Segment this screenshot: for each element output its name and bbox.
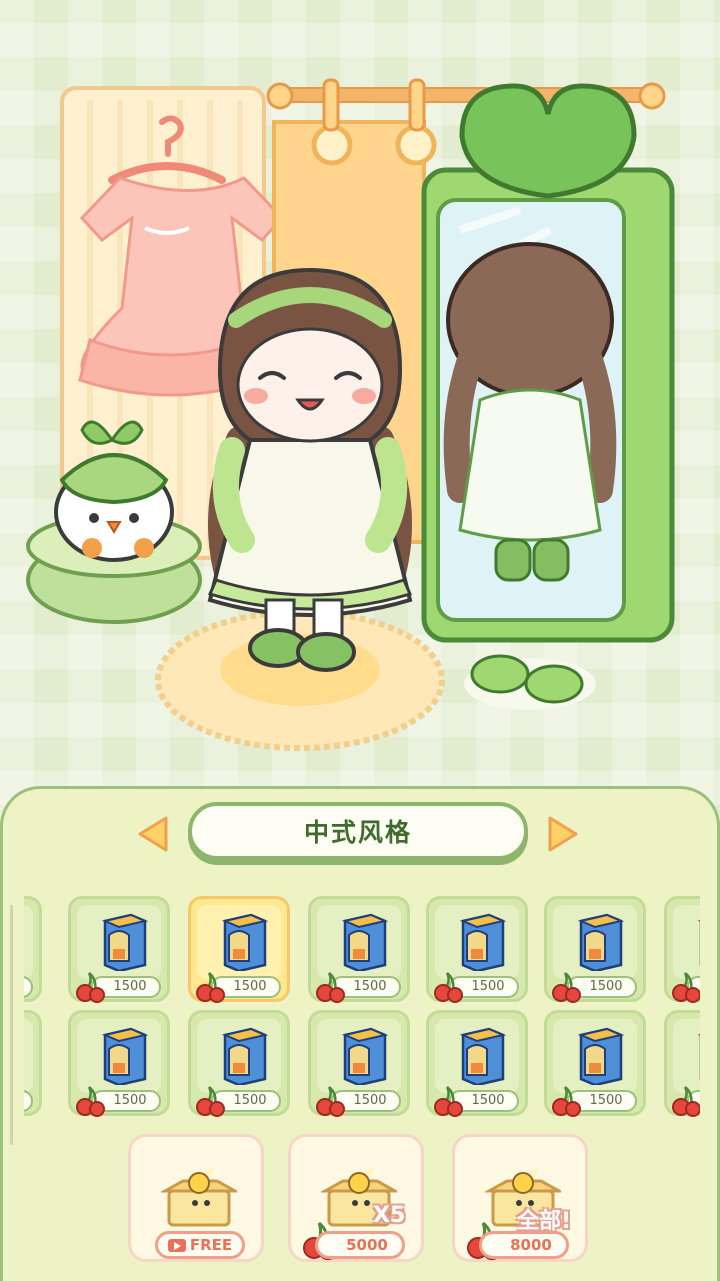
- shop-item[interactable]: 1500: [308, 896, 410, 1003]
- previous-category-button[interactable]: [134, 814, 172, 854]
- free-button[interactable]: FREE: [155, 1231, 245, 1259]
- shop-item[interactable]: 1500: [24, 1010, 42, 1116]
- shop-item[interactable]: 1500: [188, 896, 290, 1003]
- all-price: 8000: [510, 1236, 552, 1254]
- fireplace-icon: [99, 1027, 149, 1089]
- cherry-icon: [671, 1085, 700, 1121]
- fireplace-icon: [575, 1027, 625, 1089]
- cherry-icon: [433, 1085, 465, 1121]
- multi-price-button[interactable]: 5000: [315, 1231, 405, 1259]
- cherry-icon: [315, 1085, 347, 1121]
- shop-item[interactable]: 1500: [188, 1010, 290, 1117]
- item-preview: [24, 905, 33, 979]
- item-price: 1500: [24, 976, 33, 998]
- dressing-room-scene: [0, 0, 720, 790]
- item-preview: [197, 1019, 281, 1093]
- shop-item[interactable]: 1500: [308, 1010, 410, 1117]
- shop-item[interactable]: 1500: [664, 1010, 700, 1117]
- cherry-icon: [75, 971, 107, 1007]
- multi-price: 5000: [346, 1236, 388, 1254]
- item-preview: [77, 1019, 161, 1093]
- shop-item[interactable]: 1500: [664, 896, 700, 1003]
- item-preview: [435, 905, 519, 979]
- shop-item[interactable]: 1500: [426, 896, 528, 1003]
- item-preview: [673, 1019, 700, 1093]
- cherry-icon: [671, 971, 700, 1007]
- item-preview: [317, 905, 401, 979]
- cherry-icon: [551, 971, 583, 1007]
- item-preview: [197, 905, 281, 979]
- fireplace-icon: [339, 913, 389, 975]
- fireplace-icon: [695, 1027, 700, 1089]
- cherry-icon: [433, 971, 465, 1007]
- mirror: [421, 83, 675, 643]
- next-category-button[interactable]: [544, 814, 582, 854]
- item-preview: [673, 905, 700, 979]
- item-preview: [317, 1019, 401, 1093]
- item-preview: [553, 905, 637, 979]
- girl-character: [207, 267, 413, 672]
- fireplace-icon: [457, 1027, 507, 1089]
- multi-tag: X5: [373, 1203, 406, 1228]
- fireplace-icon: [457, 913, 507, 975]
- gift-box-icon: [161, 1161, 237, 1227]
- shop-item[interactable]: 1500: [544, 1010, 646, 1117]
- arrow-left-icon: [138, 816, 168, 852]
- shop-item[interactable]: 1500: [68, 896, 170, 1003]
- shop-item[interactable]: 1500: [544, 896, 646, 1003]
- fireplace-icon: [99, 913, 149, 975]
- item-preview: [553, 1019, 637, 1093]
- shop-item[interactable]: 1500: [24, 896, 42, 1002]
- gacha-single-button[interactable]: FREE: [128, 1134, 264, 1262]
- fireplace-icon: [219, 913, 269, 975]
- video-icon: [167, 1239, 186, 1252]
- item-preview: [24, 1019, 33, 1093]
- fireplace-icon: [695, 913, 700, 975]
- cherry-icon: [195, 971, 227, 1007]
- gacha-multi-button[interactable]: X5 5000: [288, 1134, 424, 1262]
- category-title: 中式风格: [188, 802, 528, 860]
- green-slippers: [464, 654, 596, 710]
- cherry-icon: [75, 1085, 107, 1121]
- fireplace-icon: [219, 1027, 269, 1089]
- item-preview: [435, 1019, 519, 1093]
- item-price: 1500: [24, 1090, 33, 1112]
- fireplace-icon: [575, 913, 625, 975]
- all-price-button[interactable]: 8000: [479, 1231, 569, 1259]
- shop-item[interactable]: 1500: [68, 1010, 170, 1117]
- shop-item[interactable]: 1500: [426, 1010, 528, 1117]
- cherry-icon: [195, 1085, 227, 1121]
- free-label: FREE: [189, 1236, 233, 1254]
- cherry-icon: [315, 971, 347, 1007]
- arrow-right-icon: [548, 816, 578, 852]
- fireplace-icon: [339, 1027, 389, 1089]
- scrollbar[interactable]: [10, 905, 13, 1145]
- item-grid: 1500 1500 1500 1500 1500 1500 1500 1500 1500 1500…: [24, 890, 700, 1126]
- item-preview: [77, 905, 161, 979]
- cherry-icon: [551, 1085, 583, 1121]
- category-title-text: 中式风格: [303, 818, 412, 847]
- gacha-all-button[interactable]: 全部! 8000: [452, 1134, 588, 1262]
